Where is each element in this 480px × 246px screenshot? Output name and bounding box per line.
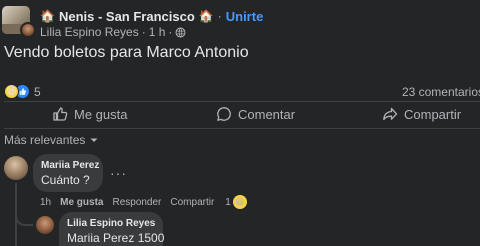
- poster-name-link[interactable]: Lilia Espino Reyes: [40, 25, 139, 39]
- separator-dot: ·: [217, 9, 222, 23]
- comment-button-label: Comentar: [238, 106, 296, 122]
- post-text: Vendo boletos para Marco Antonio: [4, 44, 249, 61]
- haha-reaction-icon: 😆: [232, 195, 247, 209]
- share-icon: [383, 107, 398, 121]
- reactions-count: 5: [34, 84, 41, 99]
- like-button[interactable]: Me gusta: [52, 104, 127, 124]
- comment-like-button[interactable]: Me gusta: [60, 197, 103, 208]
- reply-author-link[interactable]: Lilia Espino Reyes: [67, 218, 163, 229]
- reply-author-avatar[interactable]: [36, 216, 54, 234]
- join-group-link[interactable]: Unirte: [226, 9, 264, 24]
- comment-reply-button[interactable]: Responder: [112, 197, 161, 208]
- post-title-row: 🏠 Nenis - San Francisco 🏠 · Unirte: [40, 8, 263, 24]
- house-emoji-icon: 🏠: [198, 9, 214, 23]
- comment-actions: 1h Me gusta Responder Compartir 1 😆: [40, 195, 247, 209]
- share-button-label: Compartir: [404, 106, 462, 122]
- thumbs-up-icon: [53, 107, 68, 121]
- comment-time-link[interactable]: 1h: [40, 197, 51, 208]
- commenter-avatar[interactable]: [4, 156, 28, 180]
- divider: [4, 101, 480, 102]
- reply-bubble: Lilia Espino Reyes Mariia Perez 1500: [59, 212, 165, 246]
- like-button-label: Me gusta: [74, 106, 128, 122]
- separator-dot: ·: [168, 25, 173, 39]
- group-name-link[interactable]: Nenis - San Francisco: [59, 9, 195, 24]
- globe-icon: [175, 27, 186, 37]
- haha-reaction-icon: 😆: [4, 84, 19, 99]
- thread-branch-line: [15, 212, 33, 226]
- comment-reaction-count: 1: [225, 196, 231, 208]
- comment-bubble: Mariia Perez Cuánto ?: [33, 154, 103, 192]
- house-emoji-icon: 🏠: [40, 9, 55, 23]
- comments-count-link[interactable]: 23 comentarios: [402, 85, 480, 99]
- comment-author-link[interactable]: Mariia Perez: [41, 160, 103, 171]
- share-button[interactable]: Compartir: [382, 104, 461, 124]
- poster-avatar[interactable]: [20, 22, 36, 38]
- comment-reactions[interactable]: 1 😆: [225, 195, 247, 209]
- separator-dot: ·: [141, 25, 146, 39]
- reply-text: Mariia Perez 1500: [67, 231, 165, 245]
- divider: [4, 128, 480, 129]
- comment-sort-dropdown[interactable]: Más relevantes: [4, 133, 99, 147]
- more-options-icon[interactable]: ···: [110, 165, 127, 181]
- comment-button[interactable]: Comentar: [216, 104, 295, 124]
- post-time-link[interactable]: 1 h: [149, 25, 166, 39]
- comment-icon: [217, 107, 231, 121]
- reactions-summary[interactable]: 😆 5: [4, 84, 41, 99]
- chevron-down-icon: [90, 138, 98, 142]
- post-meta-row: Lilia Espino Reyes · 1 h ·: [40, 25, 186, 39]
- comment-share-button[interactable]: Compartir: [170, 197, 214, 208]
- comment-text: Cuánto ?: [41, 173, 90, 187]
- sort-label: Más relevantes: [4, 133, 86, 147]
